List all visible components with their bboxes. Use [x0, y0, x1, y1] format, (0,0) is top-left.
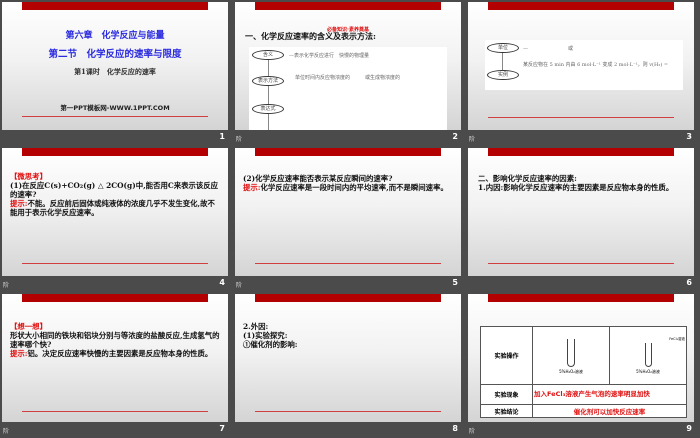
red-bar — [22, 294, 208, 302]
image-caption: 5%H₂O₂溶液 — [636, 368, 660, 374]
red-bar — [22, 148, 208, 156]
slide-tag: 阶 — [236, 282, 243, 289]
slide-7[interactable]: 【想一想】 形状大小相同的铁块和铝块分别与等浓度的盐酸反应,生成氢气的速率哪个快… — [2, 294, 228, 422]
slide-number: 3 — [686, 132, 692, 141]
slide-number: 8 — [452, 424, 458, 433]
meaning-text: —表示化学反应进行 快慢的物理量 — [289, 53, 370, 59]
example-text: 某反应物在 5 min 内由 6 mol·L⁻¹ 变成 2 mol·L⁻¹，则 … — [523, 62, 669, 68]
heading: 二、影响化学反应速率的因素: — [478, 174, 577, 183]
hint-text: 不能。反应前后固体或纯液体的浓度几乎不发生变化,故不能用于表示化学反应速率。 — [10, 199, 215, 217]
slide-thumb-1[interactable]: 第六章 化学反应与能量 第二节 化学反应的速率与限度 第1课时 化学反应的速率 … — [0, 0, 233, 146]
line-2: (1)实验探究: — [243, 331, 288, 340]
slide-tag: 阶 — [3, 428, 10, 435]
slide-thumb-4[interactable]: 【微思考】 (1)在反应C(s)+CO₂(g) △ 2CO(g)中,能否用C来表… — [0, 146, 233, 292]
red-line — [22, 116, 208, 117]
unit-text: — 或 — [523, 46, 574, 52]
red-bar — [488, 148, 674, 156]
slide-number: 9 — [686, 424, 692, 433]
red-bar — [22, 2, 208, 10]
slide-number: 4 — [219, 278, 225, 287]
node-example: 实例 — [487, 70, 519, 80]
red-line — [255, 263, 441, 264]
experiment-table: 实验操作 5%H₂O₂溶液 FeCl₃溶液 5%H₂O₂溶液 实验现象 加入FeC… — [480, 326, 687, 418]
hint-text: 化学反应速率是一段时间内的平均速率,而不是瞬间速率。 — [260, 183, 448, 192]
slide-2[interactable]: 必备知识·素养奠基 一、化学反应速率的含义及表示方法: 含义 表示方法 表达式 … — [235, 2, 461, 130]
hint-label: 提示: — [243, 183, 261, 192]
section-title: 第二节 化学反应的速率与限度 — [48, 49, 182, 60]
slide-8[interactable]: 2.外因: (1)实验探究: ①催化剂的影响: — [235, 294, 461, 422]
line-3: ①催化剂的影响: — [243, 340, 298, 349]
red-bar — [488, 2, 674, 10]
slide-tag: 阶 — [469, 136, 476, 143]
slide-5[interactable]: (2)化学反应速率能否表示某反应瞬间的速率? 提示:化学反应速率是一段时间内的平… — [235, 148, 461, 276]
red-bar — [255, 148, 441, 156]
question: 形状大小相同的铁块和铝块分别与等浓度的盐酸反应,生成氢气的速率哪个快? — [10, 331, 220, 349]
slide-thumb-8[interactable]: 2.外因: (1)实验探究: ①催化剂的影响: 8 — [233, 292, 466, 438]
red-bar — [488, 294, 674, 302]
conclusion-text: 催化剂可以加快反应速率 — [532, 404, 687, 418]
node-unit: 单位 — [487, 43, 519, 53]
row-label-observation: 实验现象 — [480, 384, 533, 405]
hint-label: 提示: — [10, 349, 28, 358]
slide-thumb-2[interactable]: 必备知识·素养奠基 一、化学反应速率的含义及表示方法: 含义 表示方法 表达式 … — [233, 0, 466, 146]
slide-number: 7 — [219, 424, 225, 433]
slide-sorter-grid: 第六章 化学反应与能量 第二节 化学反应的速率与限度 第1课时 化学反应的速率 … — [0, 0, 700, 438]
slide-1[interactable]: 第六章 化学反应与能量 第二节 化学反应的速率与限度 第1课时 化学反应的速率 … — [2, 2, 228, 130]
red-line — [22, 263, 208, 264]
slide-number: 6 — [686, 278, 692, 287]
hint-label: 提示: — [10, 199, 28, 208]
method-text: 单位时间内反应物浓度的 或生成物浓度的 — [295, 75, 401, 81]
slide-thumb-6[interactable]: 二、影响化学反应速率的因素: 1.内因:影响化学反应速率的主要因素是反应物本身的… — [466, 146, 700, 292]
chapter-title: 第六章 化学反应与能量 — [65, 31, 165, 41]
slide-number: 1 — [219, 132, 225, 141]
question: (2)化学反应速率能否表示某反应瞬间的速率? — [243, 174, 393, 183]
slide-6[interactable]: 二、影响化学反应速率的因素: 1.内因:影响化学反应速率的主要因素是反应物本身的… — [468, 148, 694, 276]
red-line — [255, 411, 441, 412]
heading: 一、化学反应速率的含义及表示方法: — [245, 31, 376, 41]
image-caption: 5%H₂O₂溶液 — [559, 368, 583, 374]
slide-number: 2 — [452, 132, 458, 141]
red-line — [22, 411, 208, 412]
test-tube-image-1: 5%H₂O₂溶液 — [532, 326, 610, 385]
slide-thumb-7[interactable]: 【想一想】 形状大小相同的铁块和铝块分别与等浓度的盐酸反应,生成氢气的速率哪个快… — [0, 292, 233, 438]
slide-thumb-9[interactable]: 实验操作 5%H₂O₂溶液 FeCl₃溶液 5%H₂O₂溶液 实验现象 加入FeC… — [466, 292, 700, 438]
section-title: 【想一想】 — [10, 322, 47, 331]
slide-number: 5 — [452, 278, 458, 287]
slide-tag: 阶 — [469, 428, 476, 435]
slide-thumb-5[interactable]: (2)化学反应速率能否表示某反应瞬间的速率? 提示:化学反应速率是一段时间内的平… — [233, 146, 466, 292]
diagram: 单位 实例 — 或 某反应物在 5 min 内由 6 mol·L⁻¹ 变成 2 … — [485, 40, 683, 90]
node-meaning: 含义 — [252, 50, 284, 60]
red-bar — [255, 2, 441, 10]
red-line — [488, 263, 674, 264]
line-1: 2.外因: — [243, 322, 269, 331]
site-label: 第一PPT模板网-WWW.1PPT.COM — [60, 104, 170, 112]
node-expression: 表达式 — [252, 104, 284, 114]
red-line — [488, 117, 674, 118]
slide-3[interactable]: 单位 实例 — 或 某反应物在 5 min 内由 6 mol·L⁻¹ 变成 2 … — [468, 2, 694, 130]
diagram: 含义 表示方法 表达式 —表示化学反应进行 快慢的物理量 单位时间内反应物浓度的… — [249, 47, 447, 130]
red-bar — [255, 294, 441, 302]
question: (1)在反应C(s)+CO₂(g) △ 2CO(g)中,能否用C来表示该反应的速… — [10, 181, 219, 199]
slide-tag: 阶 — [3, 282, 10, 289]
slide-thumb-3[interactable]: 单位 实例 — 或 某反应物在 5 min 内由 6 mol·L⁻¹ 变成 2 … — [466, 0, 700, 146]
test-tube-image-2: FeCl₃溶液 5%H₂O₂溶液 — [609, 326, 687, 385]
body-text: 1.内因:影响化学反应速率的主要因素是反应物本身的性质。 — [478, 183, 674, 192]
node-method: 表示方法 — [252, 76, 284, 86]
dropper-label: FeCl₃溶液 — [669, 336, 685, 341]
section-title: 【微思考】 — [10, 172, 47, 181]
row-label-conclusion: 实验结论 — [480, 404, 533, 418]
hint-text: 铝。决定反应速率快慢的主要因素是反应物本身的性质。 — [27, 349, 213, 358]
slide-9[interactable]: 实验操作 5%H₂O₂溶液 FeCl₃溶液 5%H₂O₂溶液 实验现象 加入FeC… — [468, 294, 694, 422]
slide-tag: 阶 — [236, 136, 243, 143]
row-label-operation: 实验操作 — [480, 326, 533, 385]
observation-text: 加入FeCl₃溶液产生气泡的速率明显加快 — [532, 384, 687, 405]
lesson-title: 第1课时 化学反应的速率 — [74, 67, 156, 76]
slide-4[interactable]: 【微思考】 (1)在反应C(s)+CO₂(g) △ 2CO(g)中,能否用C来表… — [2, 148, 228, 276]
